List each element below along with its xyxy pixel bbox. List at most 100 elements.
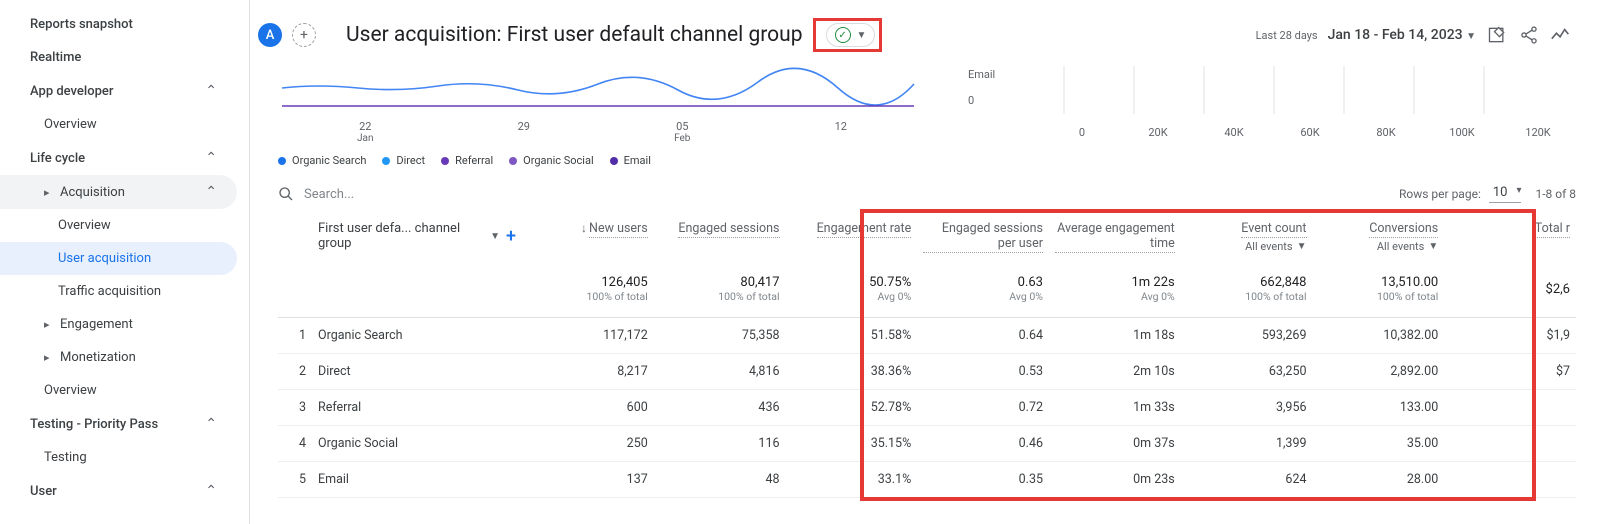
table-row[interactable]: 2Direct8,2174,81638.36%0.532m 10s63,2502… [278, 354, 1576, 390]
totals-row: 126,405100% of total80,417100% of total5… [278, 261, 1576, 318]
sidebar-item[interactable]: Testing [0, 441, 237, 474]
column-header[interactable]: ConversionsAll events ▼ [1313, 213, 1445, 261]
column-header[interactable]: Total r [1444, 213, 1576, 261]
column-header[interactable]: Event countAll events ▼ [1181, 213, 1313, 261]
sidebar-item-label: Overview [58, 218, 111, 233]
sidebar-item[interactable]: Overview [0, 108, 237, 141]
sidebar-item-label: Engagement [60, 317, 133, 332]
table-row[interactable]: 3Referral60043652.78%0.721m 33s3,956133.… [278, 390, 1576, 426]
date-period-label: Last 28 days [1256, 29, 1318, 42]
customize-report-icon[interactable] [1486, 24, 1508, 46]
axis-zero: 0 [968, 94, 974, 107]
legend-dot [509, 157, 517, 165]
line-chart: 22Jan2905Feb12 Organic SearchDirectRefer… [278, 66, 928, 167]
sidebar-item[interactable]: Reports snapshot [0, 8, 237, 41]
table-row[interactable]: 1Organic Search117,17275,35851.58%0.641m… [278, 318, 1576, 354]
legend-label: Email [624, 154, 651, 167]
sidebar-item-label: Overview [44, 383, 97, 398]
column-header[interactable]: Average engagement time [1049, 213, 1181, 261]
sidebar-item-label: Testing [44, 450, 87, 465]
axis-tick: 40K [1196, 126, 1272, 139]
legend-dot [441, 157, 449, 165]
insights-icon[interactable] [1550, 24, 1572, 46]
check-circle-icon: ✓ [835, 27, 851, 43]
legend-label: Organic Social [523, 154, 594, 167]
sidebar-item-label: Monetization [60, 350, 136, 365]
legend-dot [382, 157, 390, 165]
axis-tick: 0 [1044, 126, 1120, 139]
legend-label: Direct [396, 154, 425, 167]
status-pill[interactable]: ✓ ▼ [826, 23, 876, 47]
chevron-up-icon: ⌃ [205, 184, 217, 200]
sidebar: Reports snapshot Realtime App developer ⌃ Ov… [0, 0, 250, 524]
column-header[interactable]: Engaged sessions per user [917, 213, 1049, 261]
axis-tick: 120K [1500, 126, 1576, 139]
sidebar-item[interactable]: App developer ⌃ [0, 74, 237, 108]
sidebar-item[interactable]: User acquisition [0, 242, 237, 275]
sidebar-item-label: Acquisition [60, 185, 125, 200]
chevron-up-icon: ⌃ [205, 483, 217, 499]
legend-dot [278, 157, 286, 165]
sidebar-item-label: Traffic acquisition [58, 284, 161, 299]
bar-label-email: Email [968, 68, 995, 81]
column-sub[interactable]: All events ▼ [1319, 240, 1439, 253]
dimension-header[interactable]: First user defa... channel group [318, 221, 484, 251]
chevron-up-icon: ⌃ [205, 83, 217, 99]
column-sub[interactable]: All events ▼ [1187, 240, 1307, 253]
sidebar-item[interactable]: Overview [0, 209, 237, 242]
sidebar-item[interactable]: Traffic acquisition [0, 275, 237, 308]
search-icon[interactable] [278, 186, 294, 202]
avatar[interactable]: A [258, 23, 282, 47]
legend-item[interactable]: Direct [382, 154, 425, 167]
legend-item[interactable]: Organic Social [509, 154, 594, 167]
axis-tick: 12 [762, 120, 921, 144]
data-table: First user defa... channel group ▼ + ↓Ne… [278, 213, 1576, 498]
pagination-range: 1-8 of 8 [1535, 187, 1576, 201]
sidebar-item-label: User [30, 484, 57, 499]
date-range-picker[interactable]: Jan 18 - Feb 14, 2023 ▼ [1328, 27, 1476, 43]
sidebar-item-label: App developer [30, 84, 113, 99]
axis-tick: 80K [1348, 126, 1424, 139]
sidebar-item[interactable]: Life cycle ⌃ [0, 141, 237, 175]
sidebar-item[interactable]: ▸Engagement [0, 308, 237, 341]
bar-chart: 020K40K60K80K100K120K [1044, 66, 1576, 139]
sidebar-item[interactable]: User ⌃ [0, 474, 237, 508]
legend-item[interactable]: Referral [441, 154, 493, 167]
rows-per-page-select[interactable]: 10 [1489, 185, 1522, 203]
column-header[interactable]: Engagement rate [786, 213, 918, 261]
legend-item[interactable]: Email [610, 154, 651, 167]
chevron-up-icon: ⌃ [205, 150, 217, 166]
sidebar-item-label: Life cycle [30, 151, 85, 166]
page-title: User acquisition: First user default cha… [346, 23, 803, 47]
axis-tick: 20K [1120, 126, 1196, 139]
sidebar-item-label: Testing - Priority Pass [30, 417, 158, 432]
topbar: A + User acquisition: First user default… [250, 0, 1600, 66]
column-header[interactable]: Engaged sessions [654, 213, 786, 261]
sidebar-item[interactable]: Overview [0, 374, 237, 407]
table-row[interactable]: 5Email1374833.1%0.350m 23s62428.00 [278, 462, 1576, 498]
search-input[interactable]: Search... [304, 187, 354, 202]
sidebar-item-label: Overview [44, 117, 97, 132]
chart-legend: Organic Search Direct Referral Organic Soci… [278, 154, 928, 167]
axis-tick: 29 [445, 120, 604, 144]
highlight-status: ✓ ▼ [813, 18, 883, 52]
table-row[interactable]: 4Organic Social25011635.15%0.460m 37s1,3… [278, 426, 1576, 462]
sidebar-item[interactable]: ▸Acquisition⌃ [0, 175, 237, 209]
add-dimension-button[interactable]: + [506, 226, 516, 247]
sidebar-item-label: Realtime [30, 50, 81, 65]
column-header[interactable]: ↓New users [522, 213, 654, 261]
sidebar-item[interactable]: ▸Monetization [0, 341, 237, 374]
legend-label: Organic Search [292, 154, 366, 167]
chevron-down-icon: ▼ [857, 30, 867, 41]
axis-tick: 05Feb [603, 120, 762, 144]
sort-arrow-icon: ↓ [581, 221, 587, 235]
share-icon[interactable] [1518, 24, 1540, 46]
sidebar-item[interactable]: Realtime [0, 41, 237, 74]
legend-item[interactable]: Organic Search [278, 154, 366, 167]
chevron-down-icon[interactable]: ▼ [490, 231, 500, 242]
axis-tick: 100K [1424, 126, 1500, 139]
sidebar-item[interactable]: Testing - Priority Pass ⌃ [0, 407, 237, 441]
chevron-up-icon: ⌃ [205, 416, 217, 432]
add-comparison-button[interactable]: + [292, 23, 316, 47]
legend-label: Referral [455, 154, 493, 167]
